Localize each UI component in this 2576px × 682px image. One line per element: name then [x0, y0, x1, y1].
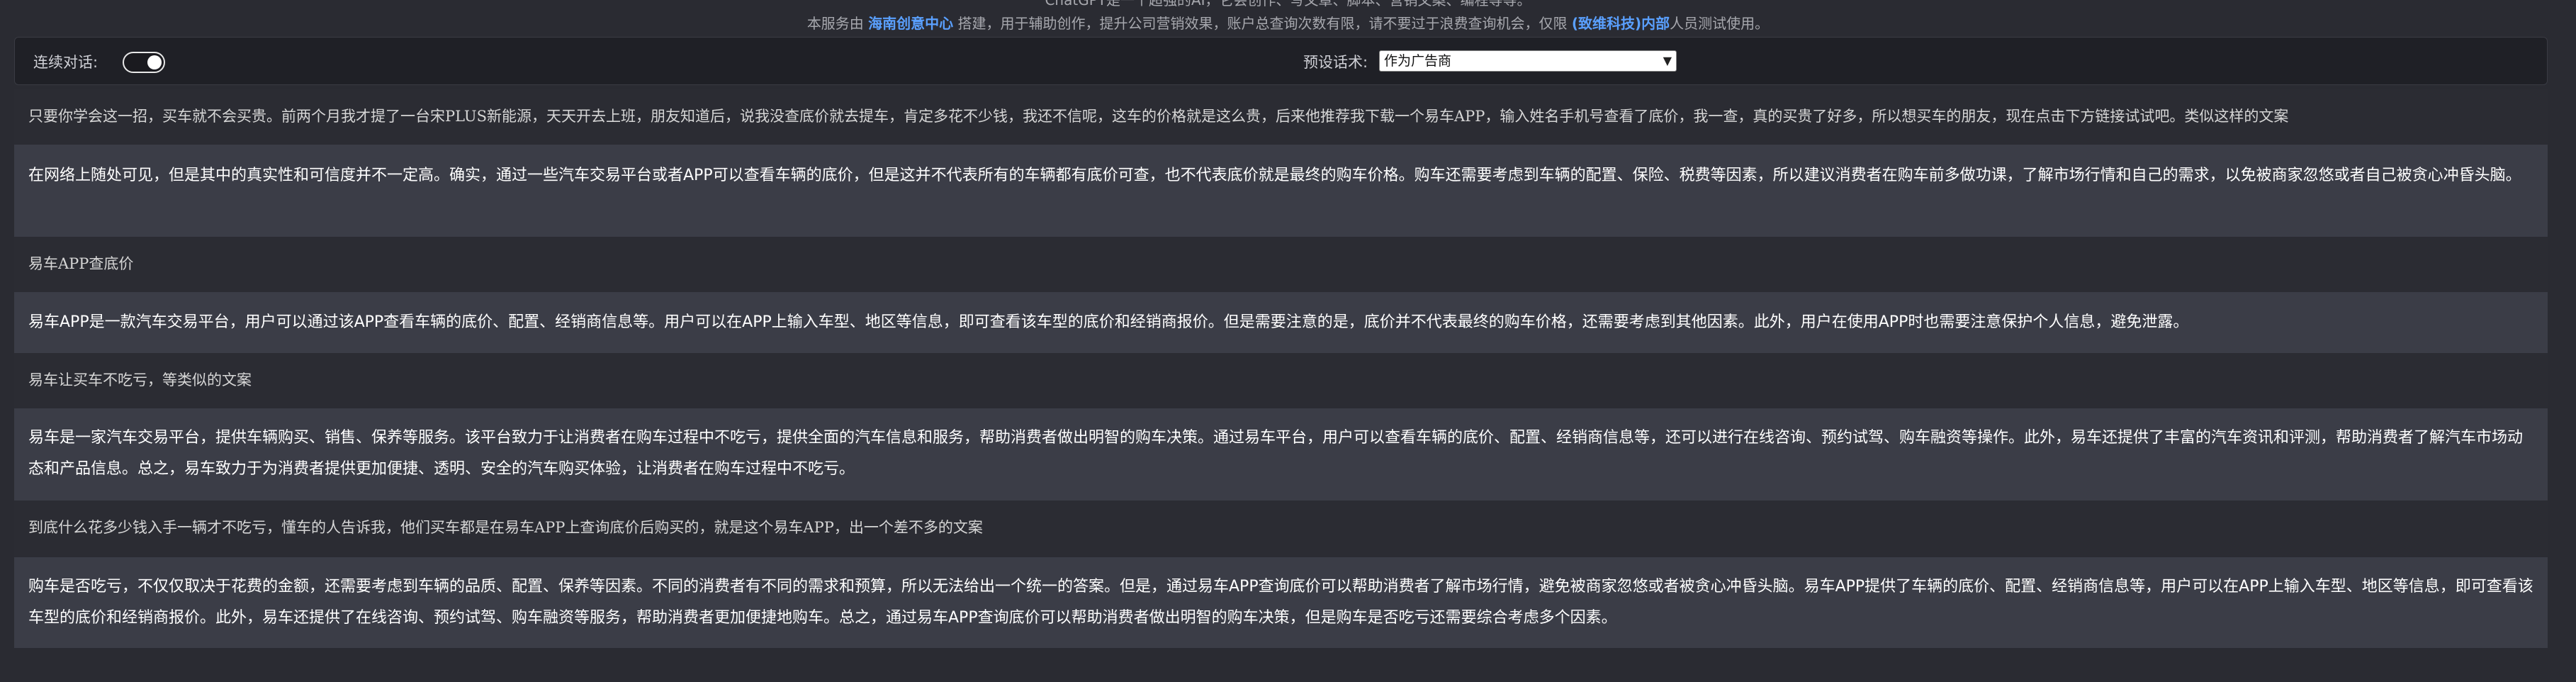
continuous-chat-label: 连续对话:: [33, 54, 99, 71]
continuous-chat-toggle[interactable]: [123, 52, 165, 73]
message-text: 只要你学会这一招，买车就不会买贵。前两个月我才提了一台宋PLUS新能源，天天开去…: [28, 108, 2289, 125]
user-message: 到底什么花多少钱入手一辆才不吃亏，懂车的人告诉我，他们买车都是在易车APP上查询…: [14, 501, 2548, 557]
user-message: 易车让买车不吃亏，等类似的文案: [14, 353, 2548, 408]
assistant-message: 易车是一家汽车交易平台，提供车辆购买、销售、保养等服务。该平台致力于让消费者在购…: [14, 408, 2548, 501]
message-text: 在网络上随处可见，但是其中的真实性和可信度并不一定高。确实，通过一些汽车交易平台…: [28, 167, 2521, 184]
message-text: 易车是一家汽车交易平台，提供车辆购买、销售、保养等服务。该平台致力于让消费者在购…: [28, 429, 2524, 478]
notice-line-2: 本服务由 海南创意中心 搭建，用于辅助创作，提升公司营销效果，账户总查询次数有限…: [0, 13, 2576, 34]
message-list: 只要你学会这一招，买车就不会买贵。前两个月我才提了一台宋PLUS新能源，天天开去…: [14, 89, 2548, 682]
chevron-down-icon: ▼: [1663, 54, 1672, 67]
message-text: 易车APP查底价: [28, 255, 134, 272]
message-text: 购车是否吃亏，不仅仅取决于花费的金额，还需要考虑到车辆的品质、配置、保养等因素。…: [28, 578, 2533, 627]
chat-page: ChatGPT是一个超强的AI，它会创作、写文章、脚本、营销文案、编程等等。 本…: [0, 0, 2576, 682]
notice-prefix: 本服务由: [806, 15, 869, 32]
message-text: 易车APP是一款汽车交易平台，用户可以通过该APP查看车辆的底价、配置、经销商信…: [28, 313, 2189, 331]
message-text: 到底什么花多少钱入手一辆才不吃亏，懂车的人告诉我，他们买车都是在易车APP上查询…: [28, 519, 983, 536]
chat-toolbar: 连续对话: 预设话术: 作为广告商 ▼: [14, 37, 2548, 85]
message-text: 易车让买车不吃亏，等类似的文案: [28, 371, 252, 388]
preset-selected-value: 作为广告商: [1384, 53, 1452, 69]
service-notice: ChatGPT是一个超强的AI，它会创作、写文章、脚本、营销文案、编程等等。 本…: [0, 0, 2576, 34]
toggle-knob: [147, 55, 162, 69]
user-message: 只要你学会这一招，买车就不会买贵。前两个月我才提了一台宋PLUS新能源，天天开去…: [14, 89, 2548, 145]
creative-center-link[interactable]: 海南创意中心: [868, 15, 953, 32]
assistant-message: 易车APP是一款汽车交易平台，用户可以通过该APP查看车辆的底价、配置、经销商信…: [14, 292, 2548, 353]
notice-middle: 搭建，用于辅助创作，提升公司营销效果，账户总查询次数有限，请不要过于浪费查询机会…: [953, 15, 1572, 32]
preset-prompt-label: 预设话术:: [1303, 54, 1368, 71]
internal-staff-link[interactable]: (致维科技)内部: [1572, 15, 1670, 32]
notice-line-1: ChatGPT是一个超强的AI，它会创作、写文章、脚本、营销文案、编程等等。: [1045, 0, 1531, 9]
assistant-message: 购车是否吃亏，不仅仅取决于花费的金额，还需要考虑到车辆的品质、配置、保养等因素。…: [14, 557, 2548, 648]
preset-prompt-select[interactable]: 作为广告商 ▼: [1379, 50, 1677, 72]
assistant-message: 在网络上随处可见，但是其中的真实性和可信度并不一定高。确实，通过一些汽车交易平台…: [14, 145, 2548, 237]
user-message: 易车APP查底价: [14, 237, 2548, 292]
notice-suffix: 人员测试使用。: [1670, 15, 1770, 32]
